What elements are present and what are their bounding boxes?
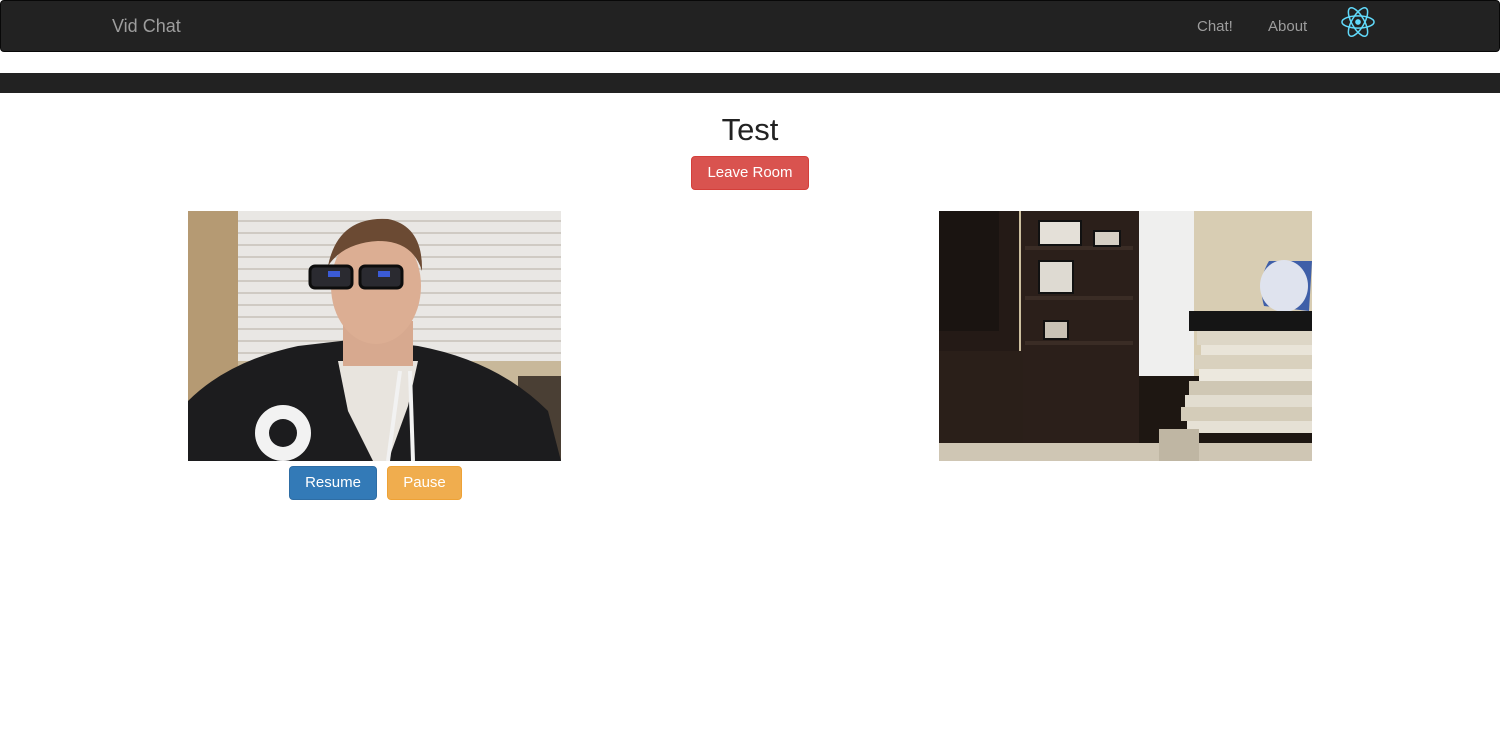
pause-button[interactable]: Pause [387, 466, 462, 500]
nav-link-about[interactable]: About [1268, 17, 1307, 37]
secondary-bar [0, 73, 1500, 93]
remote-video [939, 211, 1312, 461]
local-video [188, 211, 561, 461]
leave-room-button[interactable]: Leave Room [691, 156, 809, 190]
nav-link-chat[interactable]: Chat! [1197, 17, 1233, 37]
room-title: Test [721, 112, 779, 147]
resume-button[interactable]: Resume [289, 466, 377, 500]
react-logo-icon[interactable] [1339, 5, 1377, 39]
top-navbar: Vid Chat Chat! About [0, 0, 1500, 52]
brand-link[interactable]: Vid Chat [112, 14, 181, 38]
